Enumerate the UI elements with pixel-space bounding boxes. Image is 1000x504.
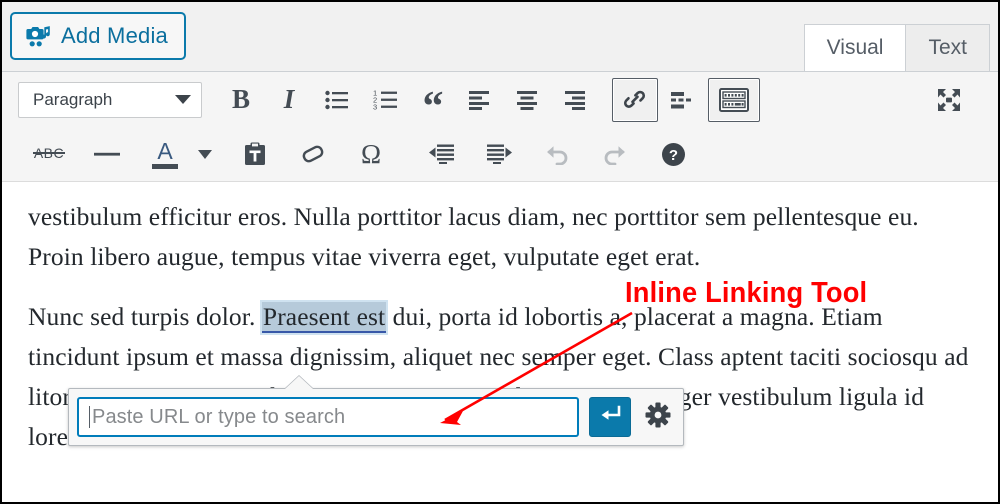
- align-right-icon: [565, 90, 589, 110]
- editor-toolbar: Paragraph B I 1 2 3 “ ABC A Ω ?: [2, 71, 998, 182]
- numbered-list-icon: 1 2 3: [373, 89, 398, 110]
- undo-button[interactable]: [534, 132, 580, 176]
- text-color-dropdown[interactable]: [190, 132, 220, 176]
- align-center-button[interactable]: [506, 78, 552, 122]
- annotation-label: Inline Linking Tool: [625, 277, 868, 309]
- apply-link-button[interactable]: [589, 397, 631, 437]
- wordpress-editor-screenshot: Add Media Visual Text Paragraph B I 1 2 …: [0, 0, 1000, 504]
- align-right-button[interactable]: [554, 78, 600, 122]
- paragraph-style-value: Paragraph: [33, 89, 113, 109]
- inline-link-popup: Paste URL or type to search: [68, 388, 684, 446]
- text-color-icon: A: [152, 139, 178, 169]
- eraser-icon: [301, 143, 326, 165]
- camera-music-icon: [25, 24, 51, 48]
- quote-icon: “: [422, 83, 444, 130]
- toolbar-row-2: ABC A Ω ?: [2, 127, 998, 181]
- text-color-button[interactable]: A: [142, 132, 188, 176]
- italic-icon: I: [283, 84, 295, 114]
- indent-button[interactable]: [476, 132, 522, 176]
- tab-visual[interactable]: Visual: [803, 24, 907, 71]
- read-more-button[interactable]: [660, 78, 706, 122]
- italic-button[interactable]: I: [266, 78, 312, 122]
- chevron-down-icon: [175, 95, 191, 104]
- gear-icon: [645, 402, 671, 433]
- toolbar-toggle-button[interactable]: [708, 77, 760, 122]
- url-input[interactable]: Paste URL or type to search: [77, 397, 579, 437]
- chevron-down-icon: [198, 149, 212, 159]
- link-icon: [622, 87, 648, 113]
- insert-link-button[interactable]: [612, 77, 658, 122]
- editor-top-bar: Add Media Visual Text: [2, 2, 998, 71]
- clipboard-text-icon: [244, 142, 266, 166]
- paragraph-style-select[interactable]: Paragraph: [18, 81, 202, 118]
- strikethrough-button[interactable]: ABC: [26, 132, 72, 176]
- selected-link-text[interactable]: Praesent est: [261, 302, 387, 333]
- outdent-button[interactable]: [418, 132, 464, 176]
- read-more-icon: [671, 91, 695, 109]
- align-left-button[interactable]: [458, 78, 504, 122]
- horizontal-line-button[interactable]: [84, 132, 130, 176]
- undo-icon: [544, 143, 570, 165]
- enter-return-icon: [598, 405, 622, 430]
- add-media-label: Add Media: [61, 23, 168, 48]
- link-popup-pointer: [285, 376, 313, 389]
- bulleted-list-icon: [325, 90, 349, 110]
- toolbar-row-1: Paragraph B I 1 2 3 “: [2, 72, 998, 128]
- align-center-icon: [517, 90, 541, 110]
- outdent-icon: [428, 144, 454, 164]
- bold-button[interactable]: B: [218, 78, 264, 122]
- bulleted-list-button[interactable]: [314, 78, 360, 122]
- paragraph-1: vestibulum efficitur eros. Nulla porttit…: [28, 202, 919, 271]
- numbered-list-button[interactable]: 1 2 3: [362, 78, 408, 122]
- help-circle-icon: ?: [661, 142, 686, 167]
- align-left-icon: [469, 90, 493, 110]
- strikethrough-icon: ABC: [32, 145, 66, 161]
- text-cursor: [89, 406, 90, 428]
- blockquote-button[interactable]: “: [410, 78, 456, 128]
- url-input-placeholder: Paste URL or type to search: [92, 405, 346, 428]
- redo-button[interactable]: [592, 132, 638, 176]
- tab-visual-label: Visual: [826, 36, 884, 59]
- help-button[interactable]: ?: [650, 132, 696, 176]
- link-options-button[interactable]: [641, 397, 675, 437]
- svg-text:?: ?: [668, 147, 677, 164]
- fullscreen-button[interactable]: [926, 78, 972, 122]
- indent-icon: [486, 144, 512, 164]
- add-media-button[interactable]: Add Media: [10, 12, 186, 60]
- clear-formatting-button[interactable]: [290, 132, 336, 176]
- tab-text[interactable]: Text: [905, 24, 990, 71]
- keyboard-toolbar-icon: [719, 87, 749, 112]
- special-character-button[interactable]: Ω: [348, 132, 394, 176]
- tab-text-label: Text: [928, 36, 967, 59]
- editor-mode-tabs: Visual Text: [803, 24, 990, 71]
- omega-icon: Ω: [360, 138, 382, 169]
- horizontal-rule-icon: [94, 151, 120, 157]
- bold-icon: B: [231, 84, 250, 114]
- paste-as-text-button[interactable]: [232, 132, 278, 176]
- redo-icon: [602, 143, 628, 165]
- editor-content-area[interactable]: vestibulum efficitur eros. Nulla porttit…: [2, 189, 998, 502]
- paragraph-2-text-before: Nunc sed turpis dolor.: [28, 302, 262, 331]
- distraction-free-icon: [936, 87, 962, 113]
- svg-text:3: 3: [373, 103, 377, 111]
